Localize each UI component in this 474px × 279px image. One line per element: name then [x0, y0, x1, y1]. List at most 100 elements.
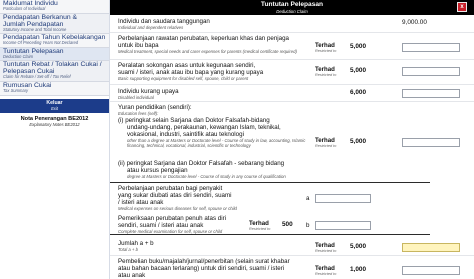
divider: [110, 59, 474, 60]
page-subtitle: Deduction Claim: [276, 9, 308, 14]
letter-b: b: [306, 222, 310, 229]
exit-sublabel: Exit: [51, 105, 58, 111]
yuran-pendidikan-input[interactable]: [402, 138, 460, 147]
restricted-to-text: Restricted to: [315, 249, 337, 253]
divider: [110, 84, 474, 85]
page-title: Tuntutan Pelepasan: [260, 1, 324, 8]
limit-value: 5,000: [350, 138, 366, 145]
sidebar-item-rumusan-cukai[interactable]: Rumusan Cukai Tax Summary: [0, 81, 109, 96]
limit-value: 5,000: [350, 243, 366, 250]
label-text: Perbelanjaan perubatan bagi penyakit: [118, 185, 223, 192]
individu-value: 9,000.00: [402, 19, 427, 26]
label-pembelian-buku: Pembelian buku/majalah/jurnal/penerbitan…: [118, 258, 318, 279]
terhad-label: Terhad Restricted to: [315, 66, 336, 77]
limit-value: 5,000: [350, 43, 366, 50]
label-sub: Total a + b: [118, 247, 139, 252]
sidebar-item-pendapatan-berkanun[interactable]: Pendapatan Berkanun & Jumlah Pendapatan …: [0, 13, 109, 35]
sidebar: Maklumat Individu Particulars of Individ…: [0, 0, 110, 279]
terhad-label: Terhad Restricted to: [315, 42, 336, 53]
label-text-line3: / isteri atau anak: [118, 199, 164, 206]
restricted-to-text: Restricted to: [315, 73, 337, 77]
sidebar-item-subtitle: Income Of Preceding Years Not Declared: [3, 40, 79, 46]
terhad-label: Terhad Restricted to: [315, 265, 336, 276]
exit-button[interactable]: Keluar Exit: [0, 98, 109, 113]
sidebar-item-subtitle: Deduction Claim: [3, 53, 34, 59]
perubatan-b-input[interactable]: [315, 221, 371, 230]
label-text: Jumlah a + b: [118, 240, 154, 247]
label-text: Pemeriksaan perubatan penuh atas diri: [118, 215, 227, 222]
label-text-line3: atau anak: [118, 272, 146, 279]
label-peralatan-sokongan: Peralatan sokongan asas untuk kegunaan s…: [118, 62, 318, 81]
sidebar-item-maklumat-individu[interactable]: Maklumat Individu Particulars of Individ…: [0, 0, 109, 14]
label-text-line2: undang-undang, perakaunan, kewangan Isla…: [127, 124, 281, 131]
label-rawatan-ibu-bapa: Perbelanjaan rawatan perubatan, keperlua…: [118, 35, 318, 54]
terhad-text: Terhad: [315, 66, 335, 73]
label-text-line3: vokasional, industri, saintifik atau tek…: [127, 131, 244, 138]
label-text: (ii) peringkat Sarjana dan Doktor Falsaf…: [118, 160, 285, 167]
label-sub: Disabled individual: [118, 95, 154, 100]
label-jumlah-ab: Jumlah a + b Total a + b: [118, 240, 154, 252]
limit-value: 1,000: [350, 266, 366, 273]
terhad-text: Terhad: [315, 242, 335, 249]
peralatan-sokongan-input[interactable]: [402, 67, 460, 76]
sidebar-item-pendapatan-tahun-kebelakangan[interactable]: Pendapatan Tahun Kebelakangan Income Of …: [0, 34, 109, 48]
label-individu: Individu dan saudara tanggungan Individu…: [118, 18, 210, 30]
terhad-text: Terhad: [315, 265, 335, 272]
limit-value: 5,000: [350, 67, 366, 74]
label-text: Yuran pendidikan (sendiri):: [118, 104, 192, 111]
restricted-to-text: Restricted to: [315, 144, 337, 148]
label-individu-kurang-upaya: Individu kurang upaya Disabled individua…: [118, 88, 179, 100]
limit-value: 6,000: [350, 89, 366, 96]
terhad-label: Terhad Restricted to: [249, 220, 270, 231]
close-button[interactable]: x: [457, 2, 467, 12]
sidebar-item-tuntutan-pelepasan[interactable]: Tuntutan Pelepasan Deduction Claim: [0, 47, 109, 62]
terhad-label: Terhad Restricted to: [315, 137, 336, 148]
perubatan-a-label: Perbelanjaan perubatan bagi penyakit yan…: [118, 185, 308, 211]
sidebar-item-title: Pendapatan Berkanun &: [3, 13, 78, 21]
rawatan-ibu-bapa-input[interactable]: [402, 43, 460, 52]
perubatan-a-input[interactable]: [315, 194, 371, 203]
sidebar-item-title: Tuntutan Rebat / Tolakan Cukai /: [3, 61, 102, 69]
perubatan-b-label: Pemeriksaan perubatan penuh atas diri se…: [118, 215, 298, 234]
label-text: Individu kurang upaya: [118, 88, 179, 95]
individu-kurang-upaya-input[interactable]: [402, 89, 460, 98]
terhad-text: Terhad: [249, 220, 269, 227]
label-text-line2: yang sukar diubati atas diri sendiri, su…: [118, 192, 232, 199]
letter-a: a: [306, 195, 310, 202]
label-text-line2: sendiri, suami / isteri atau anak: [118, 222, 204, 229]
label-text-line2: suami / isteri, anak atau ibu bapa yang …: [118, 69, 264, 76]
label-text-line2: atau kursus pengajian: [127, 167, 188, 174]
limit-value: 500: [282, 221, 293, 228]
label-sub: Complete medical examination for self, s…: [118, 229, 223, 234]
label-text: Peralatan sokongan asas untuk kegunaan s…: [118, 62, 256, 69]
label-sub: Medical expenses on serious diseases for…: [118, 206, 237, 211]
label-sub: Education fees (self):: [118, 111, 159, 116]
label-text: (i) peringkat selain Sarjana dan Doktor …: [118, 117, 270, 124]
label-sub: other than a degree at Masters or Doctor…: [127, 138, 306, 148]
terhad-text: Terhad: [315, 137, 335, 144]
explanatory-notes-link[interactable]: Nota Penerangan BE2012 Explanatory Notes…: [0, 116, 109, 127]
terhad-label: Terhad Restricted to: [315, 242, 336, 253]
label-text-line2: untuk ibu bapa: [118, 42, 159, 49]
yuran-item-i: (i) peringkat selain Sarjana dan Doktor …: [118, 117, 318, 148]
label-sub: Medical treatment, special needs and car…: [118, 49, 297, 54]
label-text-line2: atau bahan bacaan terlarang) untuk diri …: [118, 265, 285, 272]
restricted-to-text: Restricted to: [315, 49, 337, 53]
divider: [110, 32, 474, 33]
main-panel: Tuntutan Pelepasan Deduction Claim x Ind…: [110, 0, 474, 279]
divider: [110, 255, 474, 256]
jumlah-ab-output: [402, 243, 460, 252]
restricted-to-text: Restricted to: [315, 272, 337, 276]
label-individu-text: Individu dan saudara tanggungan: [118, 18, 210, 25]
page-header: Tuntutan Pelepasan Deduction Claim x: [110, 0, 474, 15]
label-sub: Basic supporting equipment for disabled …: [118, 76, 249, 81]
label-text: Pembelian buku/majalah/jurnal/penerbitan…: [118, 258, 290, 265]
divider: [110, 101, 474, 102]
label-sub: degree at Masters or Doctorate level - C…: [127, 174, 286, 179]
sidebar-item-subtitle: Tax Summary: [3, 87, 29, 93]
yuran-item-ii: (ii) peringkat Sarjana dan Doktor Falsaf…: [118, 160, 318, 179]
sidebar-item-tuntutan-rebat[interactable]: Tuntutan Rebat / Tolakan Cukai / Pelepas…: [0, 61, 109, 82]
sidebar-item-subtitle: Statutory Income and Total Income: [3, 26, 67, 32]
label-individu-sub: Individual and dependent relatives: [118, 25, 184, 30]
pembelian-buku-input[interactable]: [402, 266, 460, 275]
